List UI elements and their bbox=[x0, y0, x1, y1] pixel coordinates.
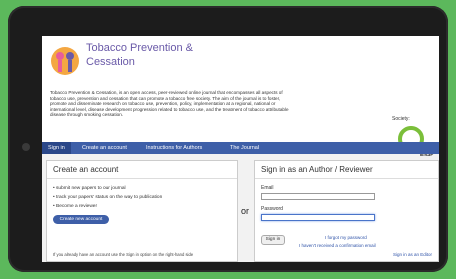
sign-in-panel: Sign in as an Author / Reviewer Email Pa… bbox=[254, 160, 439, 262]
forgot-password-link[interactable]: I forgot my password bbox=[325, 235, 367, 240]
divider bbox=[47, 178, 237, 179]
nav-sign-in[interactable]: Sign in bbox=[42, 142, 71, 154]
email-field[interactable] bbox=[261, 193, 375, 200]
screen: Tobacco Prevention & Cessation Tobacco P… bbox=[42, 36, 439, 262]
nav-instructions-authors[interactable]: Instructions for Authors bbox=[140, 142, 208, 154]
nav-the-journal[interactable]: The Journal bbox=[224, 142, 265, 154]
journal-title-line2: Cessation bbox=[86, 56, 135, 68]
create-account-button[interactable]: Create new account bbox=[53, 215, 109, 224]
main-nav: Sign in Create an account Instructions f… bbox=[42, 142, 439, 154]
journal-description: Tobacco Prevention & Cessation, is an op… bbox=[50, 90, 289, 118]
tablet-frame: Tobacco Prevention & Cessation Tobacco P… bbox=[8, 6, 448, 272]
journal-logo-icon bbox=[51, 47, 79, 75]
list-item: • Become a reviewer bbox=[53, 204, 98, 209]
or-separator: or bbox=[241, 206, 250, 216]
camera-icon bbox=[22, 143, 30, 151]
journal-title-line1: Tobacco Prevention & bbox=[86, 42, 194, 54]
password-label: Password bbox=[261, 206, 283, 212]
list-item: • track your papers' status on the way t… bbox=[53, 195, 163, 200]
society-label: Society: bbox=[392, 116, 410, 122]
email-label: Email bbox=[261, 185, 274, 191]
nav-create-account[interactable]: Create an account bbox=[76, 142, 133, 154]
divider bbox=[255, 178, 438, 179]
sign-in-button[interactable]: Sign in bbox=[261, 235, 285, 245]
sign-in-title: Sign in as an Author / Reviewer bbox=[261, 165, 373, 174]
password-field[interactable] bbox=[261, 214, 375, 221]
signin-hint: If you already have an account use the S… bbox=[53, 252, 194, 257]
confirmation-email-link[interactable]: I haven't received a confirmation email bbox=[299, 243, 376, 248]
create-account-panel: Create an account • submit new papers to… bbox=[46, 160, 238, 262]
create-account-title: Create an account bbox=[53, 165, 119, 174]
editor-sign-in-link[interactable]: Sign in as an Editor bbox=[393, 252, 432, 257]
list-item: • submit new papers to our journal bbox=[53, 186, 126, 191]
